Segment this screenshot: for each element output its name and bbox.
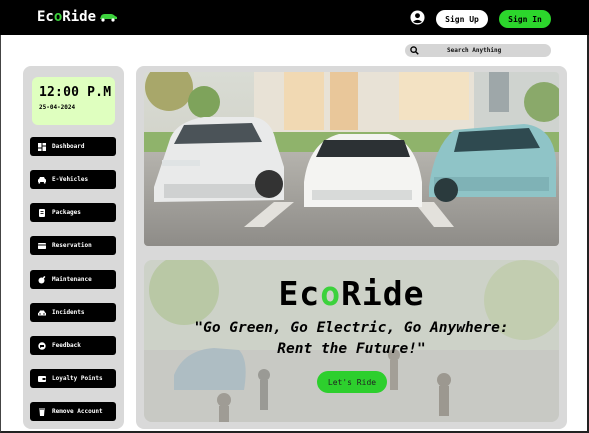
sidebar-item-reservation[interactable]: Reservation: [30, 236, 116, 255]
promo-title: EcoRide: [278, 274, 425, 313]
sidebar-item-incidents[interactable]: Incidents: [30, 303, 116, 322]
main-panel: EcoRide "Go Green, Go Electric, Go Anywh…: [136, 66, 567, 429]
search-icon: [410, 46, 419, 55]
user-account-icon[interactable]: [410, 10, 425, 25]
sign-in-button[interactable]: Sign In: [499, 10, 551, 28]
clock-date: 25-04-2024: [39, 104, 76, 111]
sidebar-item-e-vehicles[interactable]: E-Vehicles: [30, 170, 116, 189]
sidebar-item-loyalty-points[interactable]: Loyalty Points: [30, 369, 116, 388]
search-input[interactable]: Search Anything: [447, 47, 501, 54]
feedback-icon: [38, 341, 46, 350]
maintenance-icon: [38, 275, 46, 283]
clock-widget: 12:00 P.M 25-04-2024: [32, 77, 115, 125]
sidebar-item-feedback[interactable]: Feedback: [30, 336, 116, 355]
sidebar: 12:00 P.M 25-04-2024 Dashboard E-Vehicle…: [23, 66, 124, 429]
trash-icon: [39, 408, 45, 416]
wallet-icon: [38, 375, 46, 382]
sidebar-item-dashboard[interactable]: Dashboard: [30, 137, 116, 156]
hero-electric-cars-image: [144, 72, 559, 246]
logo-car-icon: [100, 14, 118, 22]
ecoride-logo[interactable]: Ec o Ride: [37, 9, 118, 25]
incident-car-icon: [38, 310, 46, 315]
lets-ride-button[interactable]: Let's Ride: [317, 371, 387, 393]
promo-tagline: "Go Green, Go Electric, Go Anywhere: Ren…: [194, 320, 509, 357]
search-bar[interactable]: Search Anything: [405, 44, 551, 57]
sidebar-item-packages[interactable]: Packages: [30, 203, 116, 222]
sidebar-item-maintenance[interactable]: Maintenance: [30, 270, 116, 289]
top-navbar: Ec o Ride Sign Up Sign In: [0, 0, 589, 35]
car-icon: [38, 176, 46, 183]
clock-time: 12:00 P.M: [39, 85, 112, 100]
promo-banner: EcoRide "Go Green, Go Electric, Go Anywh…: [144, 260, 559, 422]
package-icon: [39, 208, 45, 217]
sign-up-button[interactable]: Sign Up: [436, 10, 488, 28]
reservation-icon: [38, 242, 46, 249]
sidebar-item-remove-account[interactable]: Remove Account: [30, 402, 116, 421]
dashboard-icon: [38, 142, 46, 151]
